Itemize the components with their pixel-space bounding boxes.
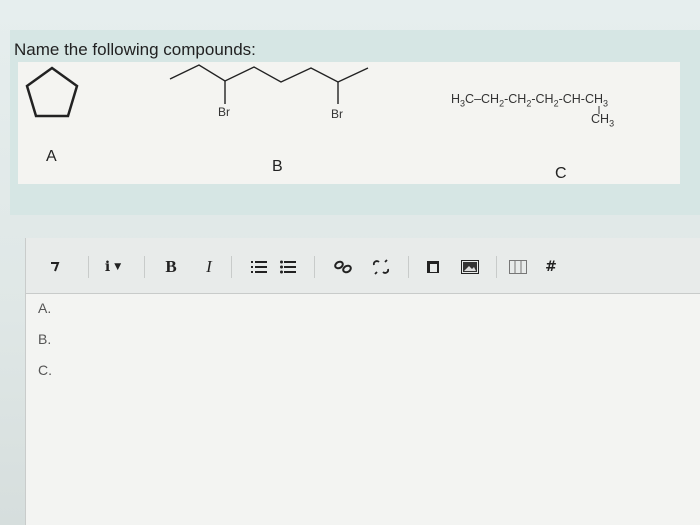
hash-icon[interactable]: #	[542, 256, 560, 278]
answer-editor[interactable]: i ▼ B I # A. B. C.	[25, 238, 700, 525]
toolbar-separator	[496, 256, 497, 278]
structures-panel: Br Br H3C–CH2-CH2-CH2-CH-CH3 CH3 A B C	[18, 62, 680, 184]
toolbar-separator	[408, 256, 409, 278]
toolbar-separator	[144, 256, 145, 278]
toolbar-separator	[231, 256, 232, 278]
unlink-icon[interactable]	[371, 256, 391, 278]
cyclopentane-structure	[25, 66, 79, 118]
paragraph-format-icon[interactable]	[46, 256, 64, 278]
label-a: A	[46, 148, 57, 165]
unordered-list-icon[interactable]	[279, 256, 297, 278]
br-substituent-2: Br	[331, 107, 343, 121]
table-icon[interactable]	[508, 256, 528, 278]
italic-button[interactable]: I	[202, 256, 216, 278]
link-icon[interactable]	[333, 256, 353, 278]
dibromoalkane-structure	[169, 64, 369, 104]
image-icon[interactable]	[460, 256, 480, 278]
answer-line-c[interactable]: C.	[38, 362, 52, 378]
branch-methyl: CH3	[591, 112, 615, 129]
answer-line-b[interactable]: B.	[38, 331, 51, 347]
editor-toolbar: i ▼ B I #	[26, 238, 700, 294]
ordered-list-icon[interactable]	[250, 256, 268, 278]
info-dropdown-button[interactable]: i ▼	[96, 256, 130, 278]
toolbar-separator	[88, 256, 89, 278]
br-substituent-1: Br	[218, 105, 230, 119]
label-b: B	[272, 158, 283, 175]
toolbar-separator	[314, 256, 315, 278]
question-text: Name the following compounds:	[14, 40, 256, 59]
label-c: C	[555, 165, 567, 182]
bold-button[interactable]: B	[162, 256, 180, 278]
paste-icon[interactable]	[424, 256, 442, 278]
info-icon: i	[104, 259, 111, 275]
chevron-down-icon: ▼	[114, 262, 122, 272]
answer-line-a[interactable]: A.	[38, 300, 51, 316]
answer-text-area[interactable]: A. B. C.	[26, 294, 700, 525]
condensed-formula: H3C–CH2-CH2-CH2-CH-CH3	[451, 92, 609, 109]
